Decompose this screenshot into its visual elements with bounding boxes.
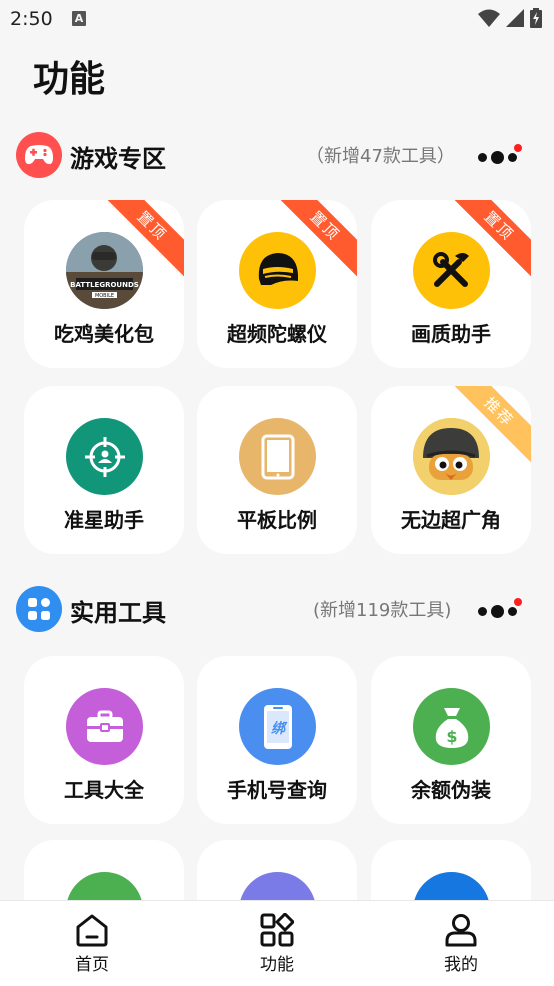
- status-bar: 2:50 A: [0, 0, 554, 40]
- section-title-tools: 实用工具: [70, 599, 166, 627]
- notification-dot: [514, 598, 522, 606]
- tool-label: 工具大全: [64, 778, 144, 802]
- money-bag-icon: $: [413, 688, 490, 765]
- section-subtitle-games: （新增47款工具）: [306, 146, 455, 167]
- svg-text:BATTLEGROUNDS: BATTLEGROUNDS: [70, 281, 139, 289]
- bottom-navigation: 首页 功能 我的: [0, 900, 554, 986]
- signal-icon: [506, 9, 524, 27]
- tool-label: 无边超广角: [401, 508, 501, 532]
- tool-card-phone-lookup[interactable]: 绑 手机号查询: [197, 656, 357, 824]
- toolbox-icon: [66, 688, 143, 765]
- section-header-games: 游戏专区 （新增47款工具）: [0, 124, 554, 184]
- tool-label: 吃鸡美化包: [54, 322, 154, 346]
- notification-a-icon: A: [72, 11, 86, 26]
- tool-label: 超频陀螺仪: [227, 322, 327, 346]
- home-icon: [76, 914, 108, 947]
- notification-dot: [514, 144, 522, 152]
- tool-label: 余额伪装: [411, 778, 491, 802]
- tool-card-tablet-ratio[interactable]: 平板比例: [197, 386, 357, 554]
- nav-label: 功能: [260, 955, 294, 975]
- battlegrounds-mobile-logo: BATTLEGROUNDS MOBILE: [66, 232, 143, 309]
- status-time: 2:50: [10, 8, 53, 30]
- helmet-icon: [239, 232, 316, 309]
- nav-label: 我的: [444, 955, 478, 975]
- nav-item-features[interactable]: 功能: [237, 913, 317, 975]
- svg-text:$: $: [446, 727, 457, 746]
- grid-icon: [260, 913, 294, 947]
- tool-label: 画质助手: [411, 322, 491, 346]
- gamepad-icon: [16, 132, 62, 178]
- tool-card-crosshair-assistant[interactable]: 准星助手: [24, 386, 184, 554]
- nav-item-profile[interactable]: 我的: [421, 913, 501, 975]
- tool-label: 手机号查询: [227, 778, 327, 802]
- more-options-button[interactable]: [478, 598, 524, 622]
- user-icon: [445, 914, 477, 947]
- nav-label: 首页: [75, 955, 109, 975]
- status-icons: [478, 8, 542, 28]
- section-header-tools: 实用工具 (新增119款工具): [0, 578, 554, 638]
- wifi-icon: [478, 9, 500, 27]
- section-title-games: 游戏专区: [70, 145, 166, 173]
- tool-card-overclock-gyro[interactable]: 置顶 超频陀螺仪: [197, 200, 357, 368]
- tool-card-balance-disguise[interactable]: $ 余额伪装: [371, 656, 531, 824]
- duck-helmet-avatar: [413, 418, 490, 495]
- tool-card-toolbox[interactable]: 工具大全: [24, 656, 184, 824]
- battery-icon: [530, 8, 542, 28]
- nav-item-home[interactable]: 首页: [52, 913, 132, 975]
- tools-icon: [413, 232, 490, 309]
- crosshair-icon: [66, 418, 143, 495]
- tablet-icon: [239, 418, 316, 495]
- tool-card-wide-angle[interactable]: 推荐 无边超广角: [371, 386, 531, 554]
- section-subtitle-tools: (新增119款工具): [313, 600, 452, 621]
- tool-card-quality-assistant[interactable]: 置顶 画质助手: [371, 200, 531, 368]
- svg-text:MOBILE: MOBILE: [95, 293, 114, 299]
- tool-label: 平板比例: [237, 508, 317, 532]
- apps-icon: [16, 586, 62, 632]
- tool-card-chicken-beauty-pack[interactable]: BATTLEGROUNDS MOBILE 置顶 吃鸡美化包: [24, 200, 184, 368]
- more-options-button[interactable]: [478, 144, 524, 168]
- page-title: 功能: [33, 59, 106, 100]
- phone-bind-icon: 绑: [239, 688, 316, 765]
- tool-label: 准星助手: [64, 508, 144, 532]
